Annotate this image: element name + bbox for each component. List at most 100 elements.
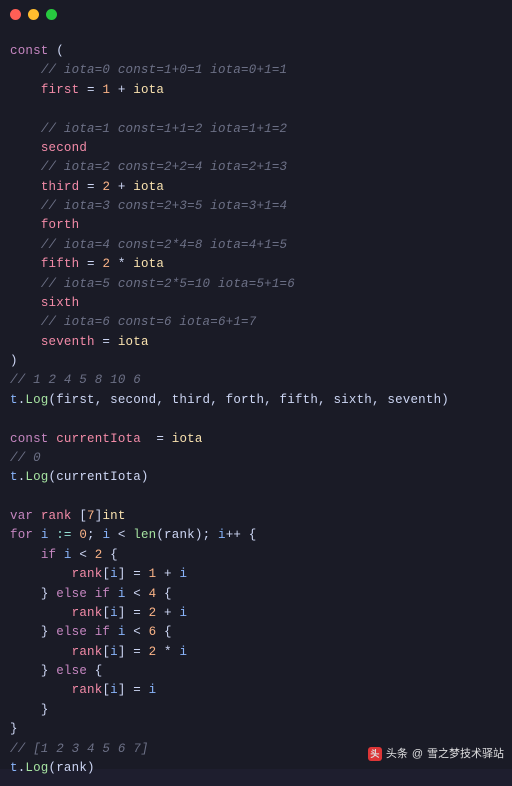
indent bbox=[10, 664, 41, 678]
receiver-t: t bbox=[10, 761, 18, 775]
ident-seventh: seventh bbox=[41, 335, 95, 349]
indent bbox=[10, 625, 41, 639]
space bbox=[33, 509, 41, 523]
var-i: i bbox=[110, 683, 118, 697]
watermark-author: 雪之梦技术驿站 bbox=[427, 746, 504, 763]
keyword-else: else bbox=[56, 664, 87, 678]
lt: < bbox=[110, 528, 133, 542]
iota: iota bbox=[133, 180, 164, 194]
indent bbox=[10, 683, 72, 697]
ident-rank: rank bbox=[72, 645, 103, 659]
star: * bbox=[156, 645, 179, 659]
args: (rank); bbox=[156, 528, 218, 542]
brace: } bbox=[41, 587, 56, 601]
number: 1 bbox=[102, 83, 110, 97]
indent bbox=[10, 315, 41, 329]
iota: iota bbox=[118, 335, 149, 349]
var-i: i bbox=[41, 528, 49, 542]
ident-rank: rank bbox=[72, 606, 103, 620]
func-log: Log bbox=[25, 761, 48, 775]
brace: } bbox=[10, 722, 18, 736]
keyword-const: const bbox=[10, 44, 49, 58]
bracket: [ bbox=[102, 567, 110, 581]
close-icon[interactable] bbox=[10, 9, 21, 20]
keyword-else-if: else if bbox=[56, 625, 110, 639]
args: (first, second, third, forth, fifth, six… bbox=[49, 393, 449, 407]
titlebar bbox=[0, 0, 512, 28]
indent bbox=[10, 645, 72, 659]
code-area[interactable]: const ( // iota=0 const=1+0=1 iota=0+1=1… bbox=[0, 28, 512, 786]
var-i: i bbox=[102, 528, 110, 542]
space bbox=[33, 528, 41, 542]
keyword-else-if: else if bbox=[56, 587, 110, 601]
comment: // [1 2 3 4 5 6 7] bbox=[10, 742, 149, 756]
indent bbox=[10, 587, 41, 601]
comment: // iota=0 const=1+0=1 iota=0+1=1 bbox=[41, 63, 287, 77]
iota: iota bbox=[133, 257, 164, 271]
watermark: 头 头条 @雪之梦技术驿站 bbox=[368, 746, 504, 763]
comment: // 1 2 4 5 8 10 6 bbox=[10, 373, 141, 387]
ident-first: first bbox=[41, 83, 80, 97]
number: 0 bbox=[79, 528, 87, 542]
brace: { bbox=[102, 548, 117, 562]
indent bbox=[10, 548, 41, 562]
indent bbox=[10, 218, 41, 232]
watermark-prefix: 头条 bbox=[386, 746, 408, 763]
plus: + bbox=[110, 180, 133, 194]
indent bbox=[10, 257, 41, 271]
func-log: Log bbox=[25, 470, 48, 484]
indent bbox=[10, 703, 41, 717]
func-len: len bbox=[133, 528, 156, 542]
comment: // 0 bbox=[10, 451, 41, 465]
indent bbox=[10, 63, 41, 77]
ident-second: second bbox=[41, 141, 87, 155]
bracket: [ bbox=[102, 645, 110, 659]
lt: < bbox=[72, 548, 95, 562]
equals: = bbox=[79, 180, 102, 194]
var-i: i bbox=[179, 567, 187, 581]
keyword-if: if bbox=[41, 548, 56, 562]
indent bbox=[10, 335, 41, 349]
receiver-t: t bbox=[10, 470, 18, 484]
var-i: i bbox=[149, 683, 157, 697]
star: * bbox=[110, 257, 133, 271]
ident-sixth: sixth bbox=[41, 296, 80, 310]
space bbox=[56, 548, 64, 562]
iota: iota bbox=[172, 432, 203, 446]
ident-currentIota: currentIota bbox=[56, 432, 141, 446]
var-i: i bbox=[179, 606, 187, 620]
indent bbox=[10, 567, 72, 581]
bracket: [ bbox=[79, 509, 87, 523]
equals: = bbox=[141, 432, 172, 446]
comment: // iota=6 const=6 iota=6+1=7 bbox=[41, 315, 257, 329]
keyword-var: var bbox=[10, 509, 33, 523]
indent bbox=[10, 141, 41, 155]
maximize-icon[interactable] bbox=[46, 9, 57, 20]
number: 2 bbox=[102, 180, 110, 194]
var-i: i bbox=[110, 606, 118, 620]
var-i: i bbox=[118, 587, 126, 601]
bracket-eq: ] = bbox=[118, 567, 149, 581]
paren-close: ) bbox=[10, 354, 18, 368]
space bbox=[110, 587, 118, 601]
ident-rank: rank bbox=[41, 509, 72, 523]
var-i: i bbox=[64, 548, 72, 562]
indent bbox=[10, 122, 41, 136]
bracket: [ bbox=[102, 683, 110, 697]
plus: + bbox=[110, 83, 133, 97]
equals: = bbox=[79, 83, 102, 97]
args: (currentIota) bbox=[49, 470, 149, 484]
editor-window: const ( // iota=0 const=1+0=1 iota=0+1=1… bbox=[0, 0, 512, 769]
indent bbox=[10, 277, 41, 291]
comment: // iota=3 const=2+3=5 iota=3+1=4 bbox=[41, 199, 287, 213]
comment: // iota=5 const=2*5=10 iota=5+1=6 bbox=[41, 277, 295, 291]
var-i: i bbox=[179, 645, 187, 659]
brace: } bbox=[41, 625, 56, 639]
keyword-for: for bbox=[10, 528, 33, 542]
brace: { bbox=[87, 664, 102, 678]
minimize-icon[interactable] bbox=[28, 9, 39, 20]
keyword-const: const bbox=[10, 432, 49, 446]
var-i: i bbox=[110, 567, 118, 581]
brace: } bbox=[41, 703, 49, 717]
lt: < bbox=[126, 587, 149, 601]
